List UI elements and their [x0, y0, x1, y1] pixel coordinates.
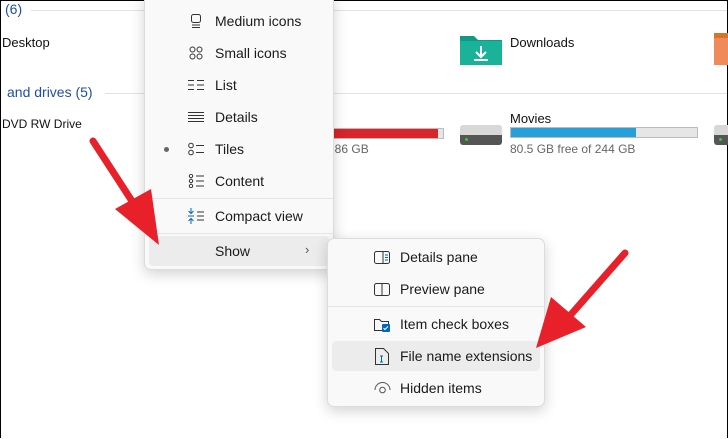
red-arrow-icon: [536, 249, 629, 348]
red-arrow-icon: [89, 137, 159, 245]
annotation-arrows: [89, 137, 629, 348]
